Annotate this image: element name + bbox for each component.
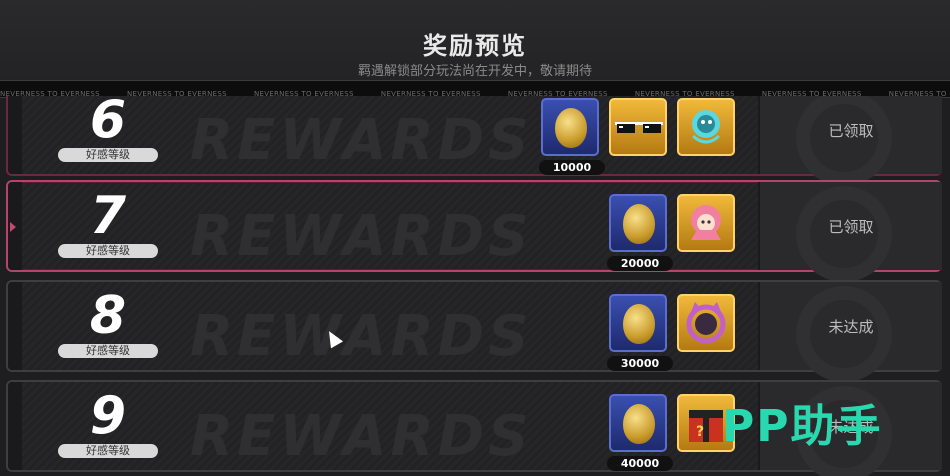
affinity-level-number: 6 — [89, 96, 127, 150]
reward-item-gold-egg[interactable]: 30000 — [607, 294, 673, 371]
gold-egg-icon — [555, 108, 587, 148]
rewards-watermark: REWARDS — [190, 404, 533, 469]
reward-quantity: 10000 — [539, 160, 605, 175]
row-edge — [8, 382, 22, 470]
reward-row-8: REWARDS 8 好感等级 30000 未达成 — [6, 280, 942, 382]
reward-item-blue-spirit[interactable] — [677, 98, 735, 156]
reward-item-sunglasses[interactable] — [609, 98, 667, 156]
claim-status-panel[interactable]: 已领取 — [758, 96, 942, 186]
affinity-level-number: 8 — [89, 286, 127, 346]
gold-egg-icon — [623, 404, 655, 444]
sunglasses-icon — [615, 122, 663, 133]
rewards-watermark: REWARDS — [190, 304, 533, 369]
reward-row-6: REWARDS 6 好感等级 10000 已领取 — [6, 96, 942, 186]
affinity-level-badge: 好感等级 — [58, 148, 158, 162]
affinity-level-number: 7 — [89, 186, 127, 246]
affinity-level-badge: 好感等级 — [58, 344, 158, 358]
pink-character-icon — [691, 205, 721, 240]
gold-egg-icon — [623, 204, 655, 244]
claim-status-panel[interactable]: 已领取 — [758, 182, 942, 282]
reward-item-gold-egg[interactable]: 40000 — [607, 394, 673, 471]
gold-egg-icon — [623, 304, 655, 344]
reward-quantity: 20000 — [607, 256, 673, 271]
selected-row-arrow-icon — [10, 222, 16, 232]
row-edge — [8, 96, 22, 174]
reward-item-cat-ring-frame[interactable] — [677, 294, 735, 352]
reward-item-pink-character[interactable] — [677, 194, 735, 252]
reward-quantity: 40000 — [607, 456, 673, 471]
rewards-watermark: REWARDS — [190, 204, 533, 269]
blue-spirit-icon — [691, 110, 721, 144]
affinity-level-badge: 好感等级 — [58, 244, 158, 258]
svg-text:?: ? — [696, 424, 704, 440]
pp-assistant-watermark-logo: PP助手 — [722, 401, 883, 452]
cat-ring-frame-icon — [686, 302, 726, 344]
affinity-level-number: 9 — [89, 386, 127, 446]
reward-quantity: 30000 — [607, 356, 673, 371]
claim-status-panel[interactable]: 未达成 — [758, 282, 942, 382]
row-edge — [8, 282, 22, 370]
page-subtitle: 羁遇解锁部分玩法尚在开发中，敬请期待 — [357, 64, 592, 79]
rewards-watermark: REWARDS — [190, 108, 533, 173]
claim-status-label: 已领取 — [828, 218, 874, 236]
claim-status-label: 已领取 — [828, 122, 874, 140]
reward-row-7: REWARDS 7 好感等级 20000 已领取 — [6, 180, 942, 282]
reward-item-gold-egg[interactable]: 10000 — [539, 98, 605, 175]
claim-status-label: 未达成 — [828, 318, 874, 336]
affinity-level-badge: 好感等级 — [58, 444, 158, 458]
reward-item-gold-egg[interactable]: 20000 — [607, 194, 673, 271]
header-bar: 奖励预览 羁遇解锁部分玩法尚在开发中，敬请期待 — [0, 0, 950, 80]
page-title: 奖励预览 — [423, 32, 527, 60]
status-ring-decoration — [796, 96, 892, 186]
